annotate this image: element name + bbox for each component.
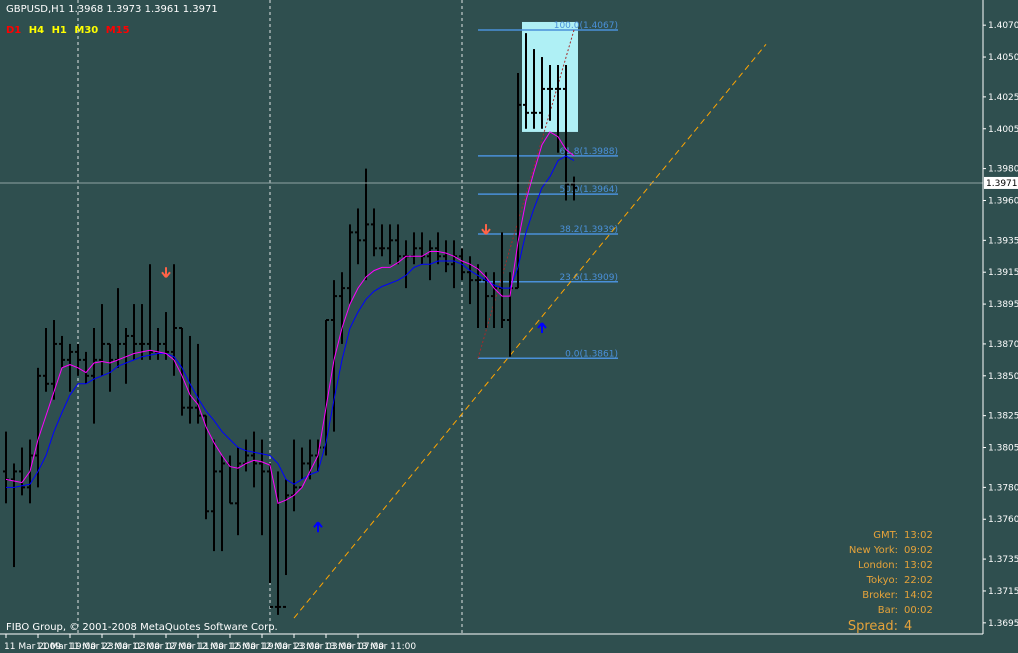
timeframe-bar: D1 H4 H1 M30 M15 (6, 25, 134, 36)
fib-level-label: 50.0(1.3964) (559, 185, 618, 195)
y-tick-label: 1.3895 (988, 300, 1018, 310)
timeframe-d1[interactable]: D1 (6, 25, 21, 36)
y-tick-label: 1.3695 (988, 619, 1018, 629)
clock-panel: GMT: 13:02 New York: 09:02 London: 13:02 To… (808, 528, 948, 636)
y-tick-label: 1.3850 (988, 372, 1018, 382)
clock-row-london: London: 13:02 (808, 558, 948, 573)
fib-level-label: 0.0(1.3861) (565, 349, 618, 359)
y-tick-label: 1.4050 (988, 53, 1018, 63)
clock-value: 13:02 (904, 560, 933, 571)
fib-level-label: 38.2(1.3939) (559, 225, 618, 235)
clock-label: Broker: (862, 590, 898, 601)
x-tick-label: 13 Mar 11:00 (356, 642, 416, 652)
clock-row-bar: Bar: 00:02 (808, 603, 948, 618)
y-tick-label: 1.3870 (988, 340, 1018, 350)
y-tick-label: 1.4005 (988, 125, 1018, 135)
timeframe-m30[interactable]: M30 (74, 25, 98, 36)
y-tick-label: 1.3735 (988, 555, 1018, 565)
clock-row-gmt: GMT: 13:02 (808, 528, 948, 543)
y-tick-label: 1.3760 (988, 515, 1018, 525)
clock-row-broker: Broker: 14:02 (808, 588, 948, 603)
y-tick-label: 1.3715 (988, 587, 1018, 597)
symbol-info: GBPUSD,H1 1.3968 1.3973 1.3961 1.3971 (6, 4, 218, 15)
y-tick-label: 1.3780 (988, 483, 1018, 493)
clock-value: 13:02 (904, 530, 933, 541)
copyright-text: FIBO Group, © 2001-2008 MetaQuotes Softw… (6, 622, 278, 633)
y-tick-label: 1.3825 (988, 412, 1018, 422)
y-tick-label: 1.3960 (988, 196, 1018, 206)
y-tick-label: 1.3935 (988, 236, 1018, 246)
clock-value: 09:02 (904, 545, 933, 556)
fib-level-label: 100.0(1.4067) (554, 21, 618, 31)
clock-row-new-york: New York: 09:02 (808, 543, 948, 558)
current-price-label: 1.3971 (986, 179, 1018, 189)
clock-value: 00:02 (904, 605, 933, 616)
timeframe-m15[interactable]: M15 (106, 25, 130, 36)
y-tick-label: 1.3805 (988, 444, 1018, 454)
clock-label: New York: (848, 545, 898, 556)
y-tick-label: 1.3980 (988, 165, 1018, 175)
spread-row: Spread: 4 (808, 618, 948, 636)
clock-label: London: (857, 560, 898, 571)
clock-label: Tokyo: (866, 575, 898, 586)
y-tick-label: 1.4025 (988, 93, 1018, 103)
clock-label: GMT: (873, 530, 898, 541)
clock-value: 22:02 (904, 575, 933, 586)
spread-label: Spread: (847, 619, 898, 634)
y-tick-label: 1.4070 (988, 21, 1018, 31)
clock-value: 14:02 (904, 590, 933, 601)
clock-row-tokyo: Tokyo: 22:02 (808, 573, 948, 588)
timeframe-h4[interactable]: H4 (29, 25, 44, 36)
fib-level-label: 23.6(1.3909) (559, 273, 618, 283)
timeframe-h1[interactable]: H1 (52, 25, 67, 36)
spread-value: 4 (904, 619, 913, 634)
clock-label: Bar: (877, 605, 898, 616)
y-tick-label: 1.3915 (988, 268, 1018, 278)
